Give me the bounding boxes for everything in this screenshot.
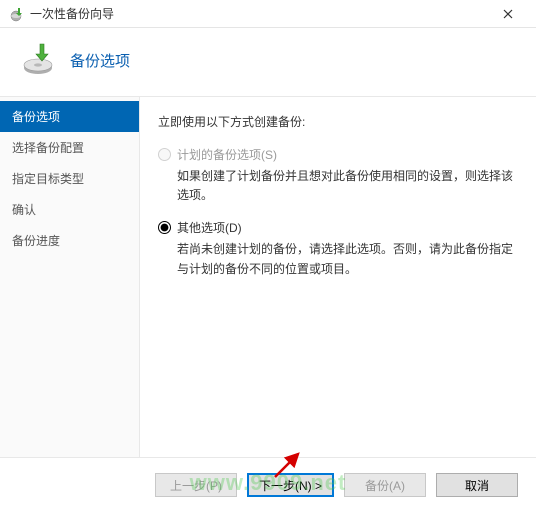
wizard-steps-sidebar: 备份选项 选择备份配置 指定目标类型 确认 备份进度: [0, 97, 140, 457]
backup-button: 备份(A): [344, 473, 426, 497]
sidebar-item-backup-options[interactable]: 备份选项: [0, 101, 139, 132]
sidebar-item-label: 备份进度: [12, 234, 60, 248]
close-button[interactable]: [488, 0, 528, 28]
titlebar: 一次性备份向导: [0, 0, 536, 28]
intro-text: 立即使用以下方式创建备份:: [158, 113, 514, 130]
sidebar-item-label: 选择备份配置: [12, 141, 84, 155]
option-scheduled-desc: 如果创建了计划备份并且想对此备份使用相同的设置，则选择该选项。: [177, 167, 514, 205]
sidebar-item-select-config[interactable]: 选择备份配置: [0, 132, 139, 163]
cancel-button[interactable]: 取消: [436, 473, 518, 497]
option-other-desc: 若尚未创建计划的备份，请选择此选项。否则，请为此备份指定与计划的备份不同的位置或…: [177, 240, 514, 278]
window-title: 一次性备份向导: [30, 5, 488, 22]
next-button[interactable]: 下一步(N) >: [247, 473, 334, 497]
sidebar-item-label: 备份选项: [12, 110, 60, 124]
option-other: 其他选项(D) 若尚未创建计划的备份，请选择此选项。否则，请为此备份指定与计划的…: [158, 219, 514, 278]
option-scheduled: 计划的备份选项(S) 如果创建了计划备份并且想对此备份使用相同的设置，则选择该选…: [158, 146, 514, 205]
sidebar-item-confirm[interactable]: 确认: [0, 194, 139, 225]
radio-scheduled: [158, 148, 171, 161]
option-scheduled-row: 计划的备份选项(S): [158, 146, 514, 163]
radio-other[interactable]: [158, 221, 171, 234]
backup-icon: [20, 42, 56, 78]
page-title: 备份选项: [70, 50, 130, 71]
sidebar-item-target-type[interactable]: 指定目标类型: [0, 163, 139, 194]
app-icon: [8, 6, 24, 22]
option-other-label: 其他选项(D): [177, 219, 242, 236]
sidebar-item-label: 确认: [12, 203, 36, 217]
wizard-body: 备份选项 选择备份配置 指定目标类型 确认 备份进度 立即使用以下方式创建备份:…: [0, 96, 536, 458]
sidebar-item-progress[interactable]: 备份进度: [0, 225, 139, 256]
wizard-footer: 上一步(P) 下一步(N) > 备份(A) 取消: [0, 458, 536, 512]
option-other-row[interactable]: 其他选项(D): [158, 219, 514, 236]
content-area: 立即使用以下方式创建备份: 计划的备份选项(S) 如果创建了计划备份并且想对此备…: [140, 97, 536, 457]
option-scheduled-label: 计划的备份选项(S): [177, 146, 277, 163]
close-icon: [503, 9, 513, 19]
prev-button: 上一步(P): [155, 473, 237, 497]
sidebar-item-label: 指定目标类型: [12, 172, 84, 186]
wizard-header: 备份选项: [0, 28, 536, 96]
